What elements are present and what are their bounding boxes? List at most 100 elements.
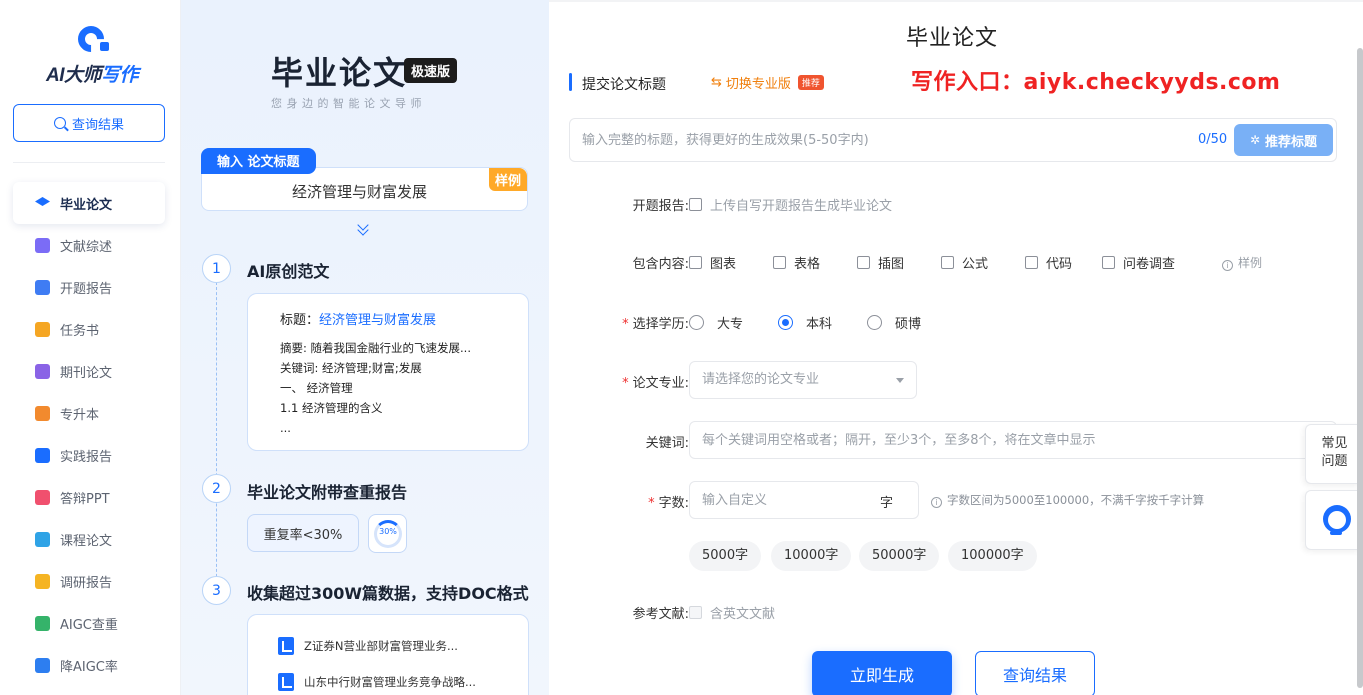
- step-number: 3: [202, 576, 231, 605]
- step-title: AI原创范文: [247, 262, 330, 281]
- practice-report-icon: [35, 447, 50, 463]
- step-number: 2: [202, 474, 231, 503]
- main-form: 毕业论文 提交论文标题 ⇆ 切换专业版 推荐 写作入口：aiyk.checkyy…: [549, 0, 1363, 695]
- sidebar-item[interactable]: 调研报告: [13, 560, 165, 602]
- sidebar-item-label: 毕业论文: [60, 197, 113, 213]
- degree-radio[interactable]: 硕博: [867, 313, 921, 332]
- sidebar-item-label: 任务书: [60, 323, 100, 339]
- duplicate-rate-box: 重复率<30%: [247, 514, 359, 552]
- sidebar-item[interactable]: 降AIGC率: [13, 644, 165, 686]
- speed-edition-badge: 极速版: [404, 58, 458, 83]
- faq-button[interactable]: 常见 问题: [1305, 424, 1363, 484]
- query-results-main-button[interactable]: 查询结果: [975, 651, 1095, 695]
- search-icon: [53, 117, 66, 129]
- journal-icon: [35, 363, 50, 379]
- include-option-checkbox[interactable]: 公式: [941, 253, 988, 272]
- sidebar-item[interactable]: 专升本: [13, 392, 165, 434]
- document-list-icon: [35, 237, 50, 253]
- generate-button[interactable]: 立即生成: [812, 651, 952, 695]
- include-option-checkbox[interactable]: 表格: [773, 253, 820, 272]
- survey-report-icon: [35, 573, 50, 589]
- sidebar-item-label: AIGC查重: [60, 617, 118, 633]
- sparkle-icon: ✲: [1249, 133, 1261, 147]
- promo-title: 毕业论文: [271, 54, 408, 92]
- scrollbar[interactable]: [1357, 48, 1363, 688]
- sidebar-item-label: 开题报告: [60, 281, 113, 297]
- keywords-label: 关键词:: [645, 436, 689, 451]
- query-results-button[interactable]: 查询结果: [13, 104, 165, 142]
- chevron-down-icon: [357, 222, 371, 236]
- sidebar-item[interactable]: 开题报告: [13, 266, 165, 308]
- include-option-checkbox[interactable]: 插图: [857, 253, 904, 272]
- word-count-hint: i 字数区间为5000至100000，不满千字按千字计算: [931, 492, 1204, 508]
- sidebar-item-label: 文献综述: [60, 239, 113, 255]
- sidebar-item[interactable]: 毕业论文: [13, 182, 165, 224]
- promo-subtitle: 您身边的智能论文导师: [271, 97, 426, 110]
- degree-radio[interactable]: 大专: [689, 313, 743, 332]
- word-count-chip[interactable]: 50000字: [859, 541, 940, 571]
- query-results-label: 查询结果: [71, 117, 124, 133]
- word-count-chip[interactable]: 10000字: [771, 541, 852, 571]
- major-label: * 论文专业:: [622, 376, 689, 391]
- duplicate-rate-gauge: 30%: [368, 514, 407, 553]
- sidebar-item[interactable]: 文献综述: [13, 224, 165, 266]
- sidebar-item[interactable]: 期刊论文: [13, 350, 165, 392]
- sample-title-value: 经济管理与财富发展: [319, 313, 437, 328]
- swap-arrows-icon: ⇆: [711, 75, 722, 90]
- aigc-reduce-icon: [35, 657, 50, 673]
- sample-keywords: 关键词: 经济管理;财富;发展: [280, 361, 422, 375]
- opening-report-label: 开题报告:: [632, 199, 689, 214]
- logo-mark-icon: [72, 20, 112, 58]
- section-label: 提交论文标题: [582, 77, 666, 93]
- word-count-input[interactable]: [702, 482, 872, 518]
- caret-down-icon: [896, 378, 904, 383]
- sidebar-item-label: 调研报告: [60, 575, 113, 591]
- opening-report-checkbox[interactable]: 上传自写开题报告生成毕业论文: [689, 195, 892, 214]
- sidebar-item-label: 专升本: [60, 407, 100, 423]
- example-link[interactable]: i 样例: [1222, 254, 1262, 271]
- include-option-checkbox[interactable]: 图表: [689, 253, 736, 272]
- keywords-input-wrap: [689, 421, 1337, 459]
- sample-tag: 样例: [488, 168, 527, 191]
- title-char-counter: 0/50: [1198, 132, 1228, 147]
- graduation-cap-icon: [35, 197, 50, 206]
- recommend-badge: 推荐: [797, 75, 824, 90]
- sample-abstract: 摘要: 随着我国金融行业的飞速发展...: [280, 341, 471, 355]
- sidebar-item[interactable]: 实践报告: [13, 434, 165, 476]
- degree-label: * 选择学历:: [622, 317, 689, 332]
- sidebar-item-label: 答辩PPT: [60, 491, 110, 507]
- ppt-icon: [35, 489, 50, 505]
- switch-pro-link[interactable]: ⇆ 切换专业版 推荐: [711, 73, 824, 92]
- word-unit: 字: [880, 496, 894, 511]
- step-title: 毕业论文附带查重报告: [247, 483, 408, 502]
- degree-radio[interactable]: 本科: [778, 313, 832, 332]
- sidebar-item[interactable]: AIGC查重: [13, 602, 165, 644]
- sidebar-item-label: 期刊论文: [60, 365, 113, 381]
- document-icon: [278, 637, 294, 655]
- recommend-title-button[interactable]: ✲ 推荐标题: [1234, 124, 1333, 156]
- sidebar-item[interactable]: 答辩PPT: [13, 476, 165, 518]
- step-title: 收集超过300W篇数据，支持DOC格式: [247, 584, 529, 603]
- word-count-chip[interactable]: 5000字: [689, 541, 762, 571]
- include-option-checkbox[interactable]: 问卷调查: [1102, 253, 1175, 272]
- include-option-checkbox[interactable]: 代码: [1025, 253, 1072, 272]
- major-select[interactable]: 请选择您的论文专业: [689, 361, 917, 399]
- include-content-label: 包含内容:: [632, 257, 689, 272]
- sample-title-row: 标题：经济管理与财富发展: [280, 313, 437, 328]
- sidebar-item[interactable]: 课程论文: [13, 518, 165, 560]
- top-divider: [549, 0, 1363, 2]
- sidebar-item-label: 实践报告: [60, 449, 113, 465]
- example-title-value: 经济管理与财富发展: [292, 183, 428, 201]
- list-item: 山东中行财富管理业务竞争战略...: [278, 673, 476, 691]
- keywords-input[interactable]: [702, 422, 1322, 458]
- customer-service-button[interactable]: [1305, 490, 1363, 550]
- logo[interactable]: AI大师写作: [42, 20, 142, 92]
- sample-heading-1-1: 1.1 经济管理的含义: [280, 401, 383, 415]
- step-connector: [216, 282, 217, 592]
- list-item: Z证券N营业部财富管理业务...: [278, 637, 458, 655]
- info-icon: i: [1222, 260, 1233, 271]
- english-references-checkbox[interactable]: 含英文文献: [689, 603, 775, 622]
- title-input[interactable]: [582, 119, 1182, 161]
- sidebar-item[interactable]: 任务书: [13, 308, 165, 350]
- word-count-chip[interactable]: 100000字: [948, 541, 1037, 571]
